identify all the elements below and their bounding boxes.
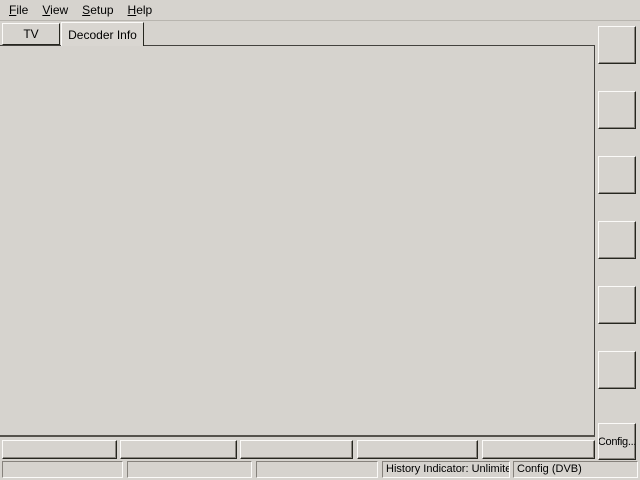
- softkey-right-3[interactable]: [598, 156, 636, 194]
- menu-view[interactable]: View: [35, 1, 75, 19]
- statusbar-config-mode: Config (DVB): [513, 461, 638, 478]
- softkey-bottom-3[interactable]: [240, 440, 353, 459]
- menu-file[interactable]: File: [2, 1, 35, 19]
- softkey-right-5[interactable]: [598, 286, 636, 324]
- softkey-right-2[interactable]: [598, 91, 636, 129]
- softkey-right-4[interactable]: [598, 221, 636, 259]
- softkey-right-6[interactable]: [598, 351, 636, 389]
- config-button-label: Config...: [598, 436, 636, 448]
- tab-tv[interactable]: TV: [2, 23, 60, 45]
- statusbar-segment-3: [256, 461, 378, 478]
- menu-setup[interactable]: Setup: [75, 1, 120, 19]
- config-button[interactable]: Config...: [598, 423, 636, 460]
- softkey-bottom-4[interactable]: [357, 440, 478, 459]
- tab-tv-label: TV: [23, 27, 38, 41]
- tab-decoder-info[interactable]: Decoder Info: [61, 22, 144, 46]
- softkey-right-1[interactable]: [598, 26, 636, 64]
- menu-bar: File View Setup Help: [0, 0, 640, 21]
- app-window: File View Setup Help TV Decoder Info Sta…: [0, 0, 640, 480]
- statusbar-history-indicator: History Indicator: Unlimited: [382, 461, 510, 478]
- softkey-bottom-5[interactable]: [482, 440, 595, 459]
- menu-help[interactable]: Help: [121, 1, 160, 19]
- softkey-bottom-1[interactable]: [2, 440, 117, 459]
- statusbar-segment-2: [127, 461, 252, 478]
- softkey-bottom-2[interactable]: [120, 440, 237, 459]
- tab-decoder-info-label: Decoder Info: [68, 28, 137, 42]
- decoder-info-panel: [0, 45, 595, 437]
- statusbar-segment-1: [2, 461, 123, 478]
